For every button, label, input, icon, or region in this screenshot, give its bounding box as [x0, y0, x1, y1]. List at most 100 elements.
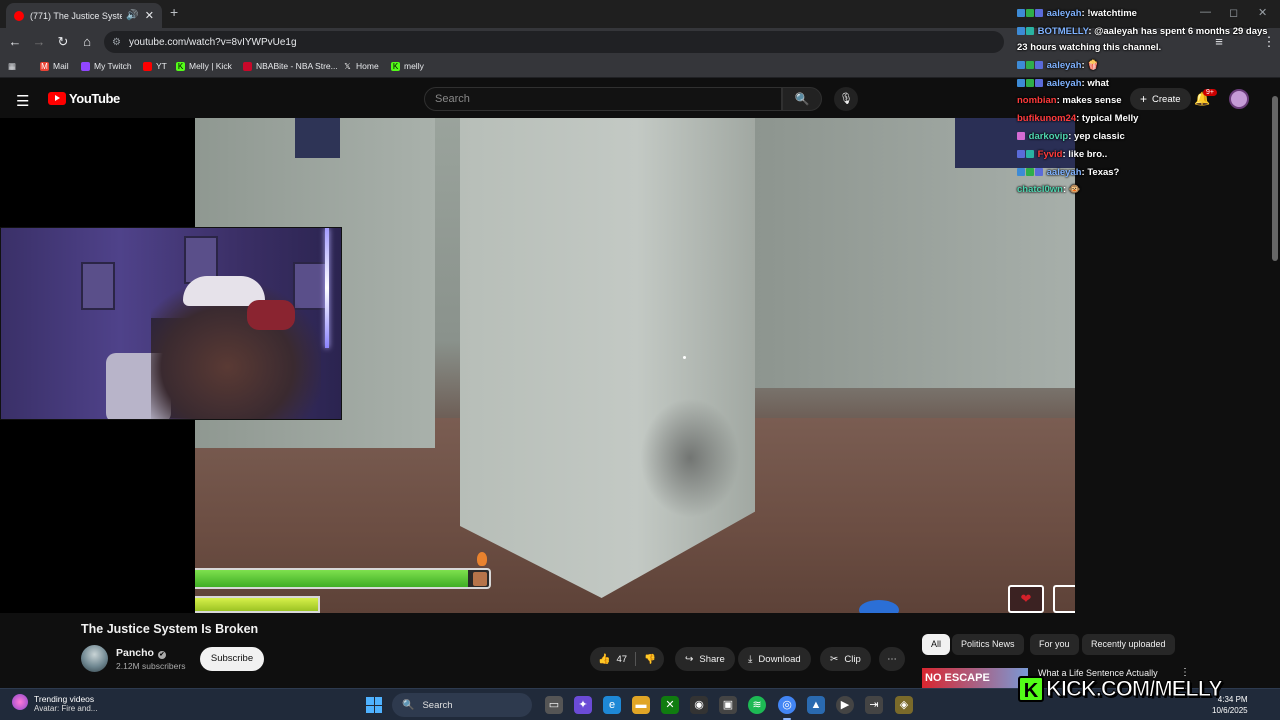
kick-icon: K [176, 61, 185, 71]
forward-arrow-icon[interactable]: → [30, 34, 48, 49]
chat-message: bufikunom24: typical Melly [1017, 110, 1275, 128]
chip-politics-news[interactable]: Politics News [952, 634, 1024, 655]
channel-avatar[interactable] [81, 645, 108, 672]
widgets-button[interactable]: Trending videos Avatar: Fire and... [12, 694, 97, 713]
chip-all[interactable]: All [922, 634, 951, 655]
reload-icon[interactable]: ↻ [54, 34, 72, 50]
address-bar[interactable]: ⚙ youtube.com/watch?v=8vIYWPvUe1g [104, 31, 1004, 53]
photos-icon[interactable]: ▲ [807, 696, 825, 714]
chat-message: aaleyah: what [1017, 75, 1275, 93]
chip-recently-uploaded[interactable]: Recently uploaded [1082, 634, 1175, 655]
game-app-icon[interactable]: ◈ [895, 696, 913, 714]
home-icon[interactable]: ⌂ [78, 34, 96, 49]
widgets-icon [12, 694, 28, 710]
taskbar-search-label: Search [422, 699, 453, 711]
chat-username: darkovip [1028, 130, 1069, 142]
youtube-logo[interactable]: YouTube [48, 91, 120, 106]
new-tab-button[interactable]: + [170, 4, 178, 20]
chat-username: aaleyah [1046, 59, 1082, 71]
xbox-icon[interactable]: ✕ [661, 696, 679, 714]
streamer-webcam [0, 227, 342, 420]
chat-badge-icon [1017, 78, 1025, 87]
spotify-icon[interactable]: ≋ [748, 696, 766, 714]
chat-badge-icon [1017, 9, 1025, 17]
bookmark-label: My Twitch [94, 61, 132, 71]
search-input[interactable]: Search [424, 87, 782, 111]
store-icon[interactable]: ▣ [719, 696, 737, 714]
bookmark-nbabite[interactable]: NBABite - NBA Stre... [243, 61, 338, 71]
close-tab-icon[interactable]: ✕ [145, 9, 154, 22]
subscribe-button[interactable]: Subscribe [200, 647, 264, 671]
chat-message: nombian: makes sense [1017, 92, 1275, 110]
taskbar-search-box[interactable]: 🔍 Search [392, 693, 532, 717]
back-arrow-icon[interactable]: ← [6, 34, 24, 49]
chat-badge-icon [1017, 149, 1025, 158]
chrome-icon[interactable]: ◎ [778, 696, 796, 714]
chat-text: : 🍿 [1081, 59, 1100, 71]
stamina-bar-fill [195, 598, 318, 611]
youtube-favicon-icon [14, 10, 24, 21]
chat-badge-icon [1026, 26, 1034, 35]
chat-message: Fyvid: like bro.. [1017, 146, 1275, 164]
edge-icon[interactable]: e [603, 696, 621, 714]
like-count[interactable]: 47 [616, 654, 627, 665]
chat-message: aaleyah: 🍿 [1017, 57, 1275, 75]
more-actions-button[interactable]: ⋯ [879, 647, 905, 671]
thumbs-down-icon[interactable]: 👎 [644, 654, 656, 665]
chat-badge-icon [1035, 60, 1043, 69]
task-view-icon[interactable]: ▭ [545, 696, 563, 714]
bookmark-home[interactable]: 𝕏 Home [343, 61, 378, 71]
flame-icon [477, 552, 487, 566]
inventory-slot [1053, 585, 1075, 613]
stream-chat-overlay: aaleyah: !watchtime BOTMELLY: @aaleyah h… [1017, 5, 1275, 199]
apps-grid-icon[interactable]: ▦ [8, 61, 16, 72]
thumbnail-text: NO ESCAPE [925, 672, 990, 684]
bookmark-yt[interactable]: YT [143, 61, 167, 71]
game-concrete-pillar [460, 118, 755, 598]
app-icon[interactable]: ⇥ [865, 696, 883, 714]
channel-name-row[interactable]: Pancho ✔ [116, 647, 166, 659]
subscriber-count: 2.12M subscribers [116, 661, 186, 671]
chat-text: : typical Melly [1076, 113, 1139, 125]
windows-start-icon[interactable] [366, 697, 382, 713]
copilot-icon[interactable]: ✦ [574, 696, 592, 714]
chat-badge-icon [1026, 9, 1034, 17]
bookmark-melly[interactable]: K melly [391, 61, 424, 71]
game-window [295, 118, 340, 158]
media-player-icon[interactable]: ▶ [836, 696, 854, 714]
game-blue-object [859, 600, 899, 613]
bookmark-my-twitch[interactable]: My Twitch [81, 61, 132, 71]
clip-button[interactable]: ✂ Clip [820, 647, 871, 671]
bookmark-mail[interactable]: M Mail [40, 61, 69, 71]
twitch-icon [81, 61, 90, 71]
search-icon: 🔍 [402, 699, 415, 711]
site-info-icon[interactable]: ⚙ [112, 37, 121, 48]
chat-message: BOTMELLY: @aaleyah has spent 6 months 29… [1017, 23, 1275, 57]
speaker-icon[interactable]: 🔊 [126, 10, 138, 21]
browser-tab[interactable]: (771) The Justice System Is 🔊 ✕ [6, 3, 162, 28]
health-bar [195, 568, 491, 589]
x-icon: 𝕏 [344, 61, 351, 71]
file-explorer-icon[interactable]: ▬ [632, 696, 650, 714]
chat-username: Fyvid [1037, 148, 1063, 160]
menu-icon[interactable]: ☰ [16, 92, 29, 110]
share-button[interactable]: ↪ Share [675, 647, 735, 671]
chat-badge-icon [1017, 60, 1025, 69]
like-dislike-group: 👍 47 👎 [590, 647, 664, 671]
chip-for-you[interactable]: For you [1030, 634, 1079, 655]
chat-text: : Texas? [1081, 166, 1120, 178]
widget-subtitle: Avatar: Fire and... [34, 704, 98, 713]
recommended-video-thumbnail[interactable]: NO ESCAPE [922, 668, 1028, 690]
bookmark-label: Mail [53, 61, 69, 71]
voice-search-button[interactable]: 🎙 [834, 87, 858, 111]
bookmark-melly-kick[interactable]: K Melly | Kick [176, 61, 232, 71]
download-button[interactable]: ⤓ Download [738, 647, 811, 671]
chat-message: aaleyah: !watchtime [1017, 5, 1275, 23]
search-button[interactable]: 🔍 [782, 87, 822, 111]
kick-watermark: K KICK.COM/MELLY [1018, 674, 1223, 704]
share-icon: ↪ [685, 653, 694, 665]
thumbs-up-icon[interactable]: 👍 [598, 654, 610, 665]
search-icon: 🔍 [794, 92, 810, 106]
obs-icon[interactable]: ◉ [690, 696, 708, 714]
channel-name[interactable]: Pancho [116, 647, 154, 659]
